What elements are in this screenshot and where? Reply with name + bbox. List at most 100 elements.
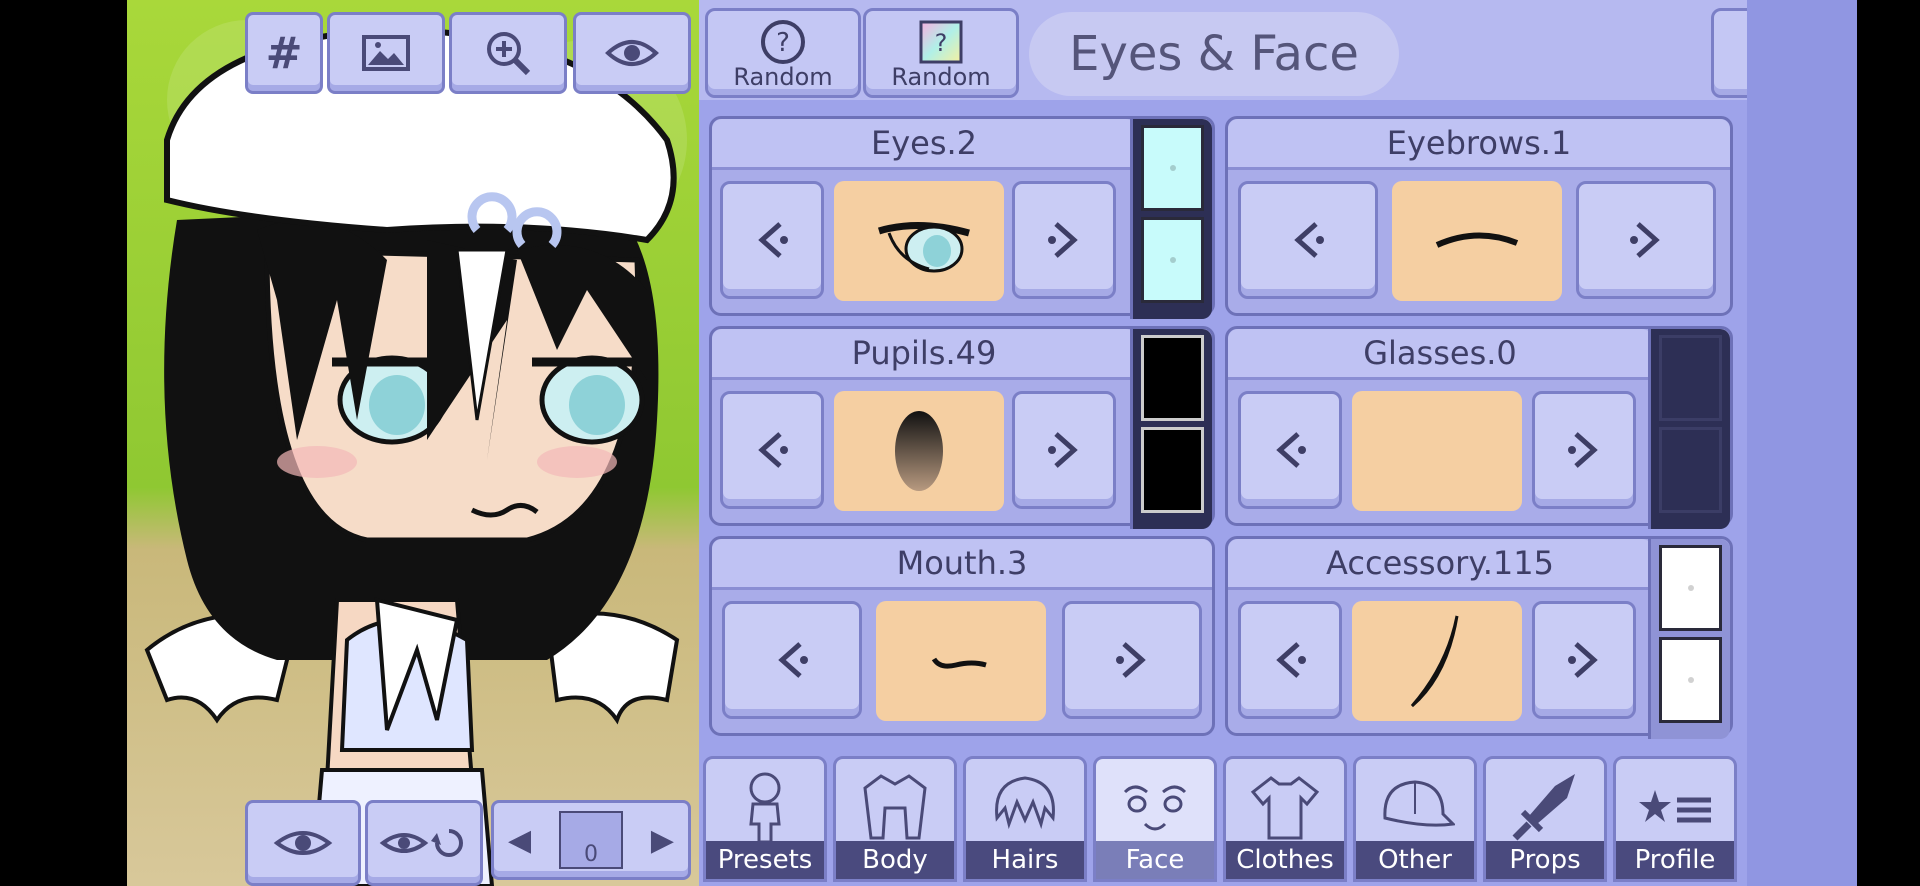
pupils-color-2-swatch[interactable] (1141, 427, 1204, 513)
eyebrows-title: Eyebrows.1 (1228, 119, 1730, 170)
slot-next-icon[interactable]: ▶ (651, 823, 674, 858)
eyebrows-preview[interactable] (1392, 181, 1562, 301)
tab-label: Presets (706, 841, 824, 879)
body-icon (863, 774, 927, 840)
tab-other[interactable]: Other (1353, 756, 1477, 882)
eye-icon (273, 831, 333, 855)
eyebrow-style-icon (1435, 232, 1519, 248)
chevron-left-icon (758, 432, 788, 468)
tab-body[interactable]: Body (833, 756, 957, 882)
glasses-title: Glasses.0 (1228, 329, 1652, 380)
svg-text:?: ? (935, 29, 948, 57)
chevron-right-icon (1048, 222, 1078, 258)
accessory-preview[interactable] (1352, 601, 1522, 721)
pupils-next-button[interactable] (1012, 391, 1116, 509)
mouth-preview[interactable] (876, 601, 1046, 721)
accessory-title: Accessory.115 (1228, 539, 1652, 590)
eyes-color-2-swatch[interactable] (1141, 217, 1204, 303)
accessory-color-swatches (1648, 539, 1730, 739)
chevron-right-icon (1568, 432, 1598, 468)
mouth-prev-button[interactable] (722, 601, 862, 719)
eyebrows-card: Eyebrows.1 (1225, 116, 1733, 316)
random-color-label: Random (891, 63, 991, 91)
accessory-prev-button[interactable] (1238, 601, 1342, 719)
slot-prev-icon[interactable]: ◀ (508, 823, 531, 858)
random-label: Random (733, 63, 833, 91)
tab-label: Hairs (966, 841, 1084, 879)
pupils-title: Pupils.49 (712, 329, 1136, 380)
chevron-left-icon (1276, 432, 1306, 468)
tab-label: Body (836, 841, 954, 879)
eyebrows-next-button[interactable] (1576, 181, 1716, 299)
glasses-next-button[interactable] (1532, 391, 1636, 509)
reset-view-button[interactable] (365, 800, 483, 886)
mouth-next-button[interactable] (1062, 601, 1202, 719)
eyes-color-1-swatch[interactable] (1141, 125, 1204, 211)
hide-character-button[interactable] (245, 800, 361, 886)
tab-clothes[interactable]: Clothes (1223, 756, 1347, 882)
shirt-icon (1250, 776, 1320, 840)
right-edge-strip (1747, 0, 1857, 886)
cap-icon (1383, 780, 1455, 827)
image-icon (362, 35, 410, 71)
panel-header: ? Random ? Random Eyes & Face X (699, 0, 1857, 100)
chevron-right-icon (1630, 222, 1660, 258)
eyebrows-prev-button[interactable] (1238, 181, 1378, 299)
tab-profile[interactable]: Profile (1613, 756, 1737, 882)
glasses-color-swatches (1648, 329, 1730, 529)
random-button[interactable]: ? Random (705, 8, 861, 98)
accessory-style-icon (1410, 615, 1459, 708)
svg-text:?: ? (776, 28, 790, 58)
hash-icon: # (265, 27, 303, 79)
glasses-preview[interactable] (1352, 391, 1522, 511)
glasses-color-2-swatch[interactable] (1659, 427, 1722, 513)
visibility-button[interactable] (573, 12, 691, 94)
random-color-button[interactable]: ? Random (863, 8, 1019, 98)
tab-props[interactable]: Props (1483, 756, 1607, 882)
mouth-title: Mouth.3 (712, 539, 1212, 590)
chevron-left-icon (778, 642, 808, 678)
accessory-color-1-swatch[interactable] (1659, 545, 1722, 631)
hair-icon (995, 776, 1055, 830)
zoom-button[interactable] (449, 12, 567, 94)
eyes-card: Eyes.2 (709, 116, 1215, 319)
pupils-color-1-swatch[interactable] (1141, 335, 1204, 421)
eye-icon (605, 40, 659, 66)
eyes-prev-button[interactable] (720, 181, 824, 299)
random-color-icon: ? (919, 20, 963, 64)
chevron-right-icon (1116, 642, 1146, 678)
mouth-style-icon (931, 657, 987, 669)
pupils-prev-button[interactable] (720, 391, 824, 509)
chevron-left-icon (1294, 222, 1324, 258)
eyes-face-panel: ? Random ? Random Eyes & Face X Eyes.2 (699, 0, 1857, 886)
character-image (144, 26, 680, 886)
slot-number: 0 (584, 842, 598, 867)
glasses-prev-button[interactable] (1238, 391, 1342, 509)
eye-style-icon (877, 222, 970, 273)
tab-label: Other (1356, 841, 1474, 879)
pupil-style-icon (895, 411, 943, 491)
tab-label: Props (1486, 841, 1604, 879)
panel-title: Eyes & Face (1029, 12, 1399, 96)
eyes-preview[interactable] (834, 181, 1004, 301)
tab-face[interactable]: Face (1093, 756, 1217, 882)
tab-label: Clothes (1226, 841, 1344, 879)
pupils-preview[interactable] (834, 391, 1004, 511)
glasses-color-1-swatch[interactable] (1659, 335, 1722, 421)
accessory-color-2-swatch[interactable] (1659, 637, 1722, 723)
character-slot-selector[interactable]: ◀ 0 ▶ (491, 800, 691, 880)
eyes-title: Eyes.2 (712, 119, 1136, 170)
grid-toggle-button[interactable]: # (245, 12, 323, 94)
glasses-card: Glasses.0 (1225, 326, 1733, 529)
zoom-in-icon (487, 32, 531, 76)
background-button[interactable] (327, 12, 445, 94)
tab-hairs[interactable]: Hairs (963, 756, 1087, 882)
tab-presets[interactable]: Presets (703, 756, 827, 882)
sword-icon (1512, 774, 1575, 841)
eye-reset-icon (379, 829, 463, 857)
profile-icon (1639, 790, 1711, 823)
pupils-card: Pupils.49 (709, 326, 1215, 529)
accessory-card: Accessory.115 (1225, 536, 1733, 739)
eyes-next-button[interactable] (1012, 181, 1116, 299)
accessory-next-button[interactable] (1532, 601, 1636, 719)
